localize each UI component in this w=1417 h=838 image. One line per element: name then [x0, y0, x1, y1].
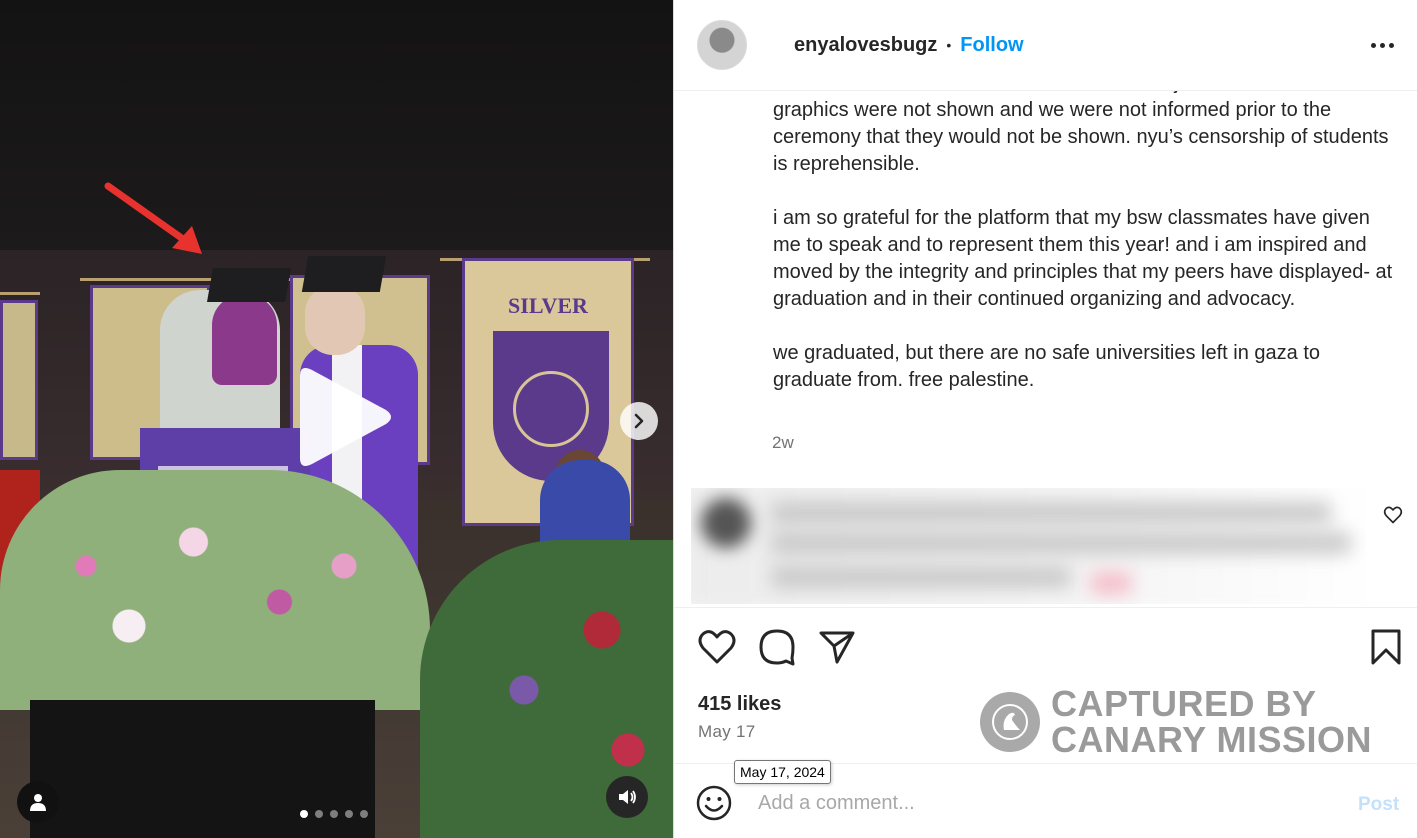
post-date[interactable]: May 17 [698, 722, 756, 742]
more-options-button[interactable] [1368, 30, 1396, 60]
likes-count[interactable]: 415 likes [698, 693, 781, 716]
tagged-users-button[interactable] [17, 781, 59, 823]
caption-timestamp[interactable]: 2w [772, 433, 794, 453]
chevron-right-icon [634, 413, 644, 429]
flower-arrangement [0, 470, 430, 710]
date-tooltip: May 17, 2024 [734, 760, 831, 784]
blurred-comment [691, 488, 1366, 604]
canary-logo-icon [980, 692, 1040, 752]
follow-button[interactable]: Follow [960, 34, 1023, 57]
carousel-dot [345, 810, 353, 818]
instagram-post-modal: SILVER graphics were not shown and we we… [0, 0, 1417, 838]
second-person-face [305, 285, 365, 355]
play-icon[interactable] [290, 362, 400, 472]
caption-paragraph: i am so grateful for the platform that m… [773, 207, 1393, 310]
heart-icon[interactable] [697, 627, 737, 667]
user-icon [30, 794, 46, 811]
banner [0, 300, 38, 460]
post-details-panel: would be informed if our submissions wer… [673, 0, 1417, 838]
share-icon[interactable] [817, 627, 857, 667]
post-header: enyalovesbugz • Follow [674, 0, 1417, 91]
bookmark-icon[interactable] [1366, 627, 1406, 667]
graduation-cap [207, 268, 291, 302]
post-comment-button[interactable]: Post [1358, 794, 1399, 816]
carousel-indicator [300, 810, 368, 818]
carousel-dot [330, 810, 338, 818]
carousel-dot [360, 810, 368, 818]
carousel-dot [300, 810, 308, 818]
emoji-icon[interactable] [696, 785, 732, 821]
comment-input[interactable] [758, 788, 1318, 818]
graduation-cap [301, 256, 387, 292]
comment-icon[interactable] [757, 627, 797, 667]
watermark-line: CANARY MISSION [1051, 719, 1373, 760]
post-video[interactable]: SILVER [0, 0, 673, 838]
caption-paragraph: graphics were not shown and we were not … [773, 99, 1389, 175]
post-caption: would be informed if our submissions wer… [773, 70, 1393, 421]
watermark-line: CAPTURED BY [1051, 683, 1317, 724]
divider [674, 607, 1417, 608]
arrow-annotation-icon [104, 182, 202, 254]
banner-title: SILVER [508, 293, 588, 318]
sound-toggle-button[interactable] [606, 776, 648, 818]
speaker-hair [212, 295, 277, 385]
comment-like-heart-icon[interactable] [1383, 505, 1403, 525]
separator-dot: • [946, 37, 952, 53]
username-link[interactable]: enyalovesbugz [794, 34, 937, 57]
globe-emblem [513, 371, 589, 447]
caption-paragraph: we graduated, but there are no safe univ… [773, 342, 1321, 391]
carousel-next-button[interactable] [620, 402, 658, 440]
carousel-dot [315, 810, 323, 818]
avatar [701, 498, 751, 548]
caption-scroll-area[interactable]: would be informed if our submissions wer… [674, 70, 1417, 470]
sound-icon [619, 790, 636, 804]
watermark: CAPTURED BY CANARY MISSION [980, 686, 1372, 758]
more-icon [1370, 42, 1376, 48]
avatar[interactable] [697, 20, 747, 70]
